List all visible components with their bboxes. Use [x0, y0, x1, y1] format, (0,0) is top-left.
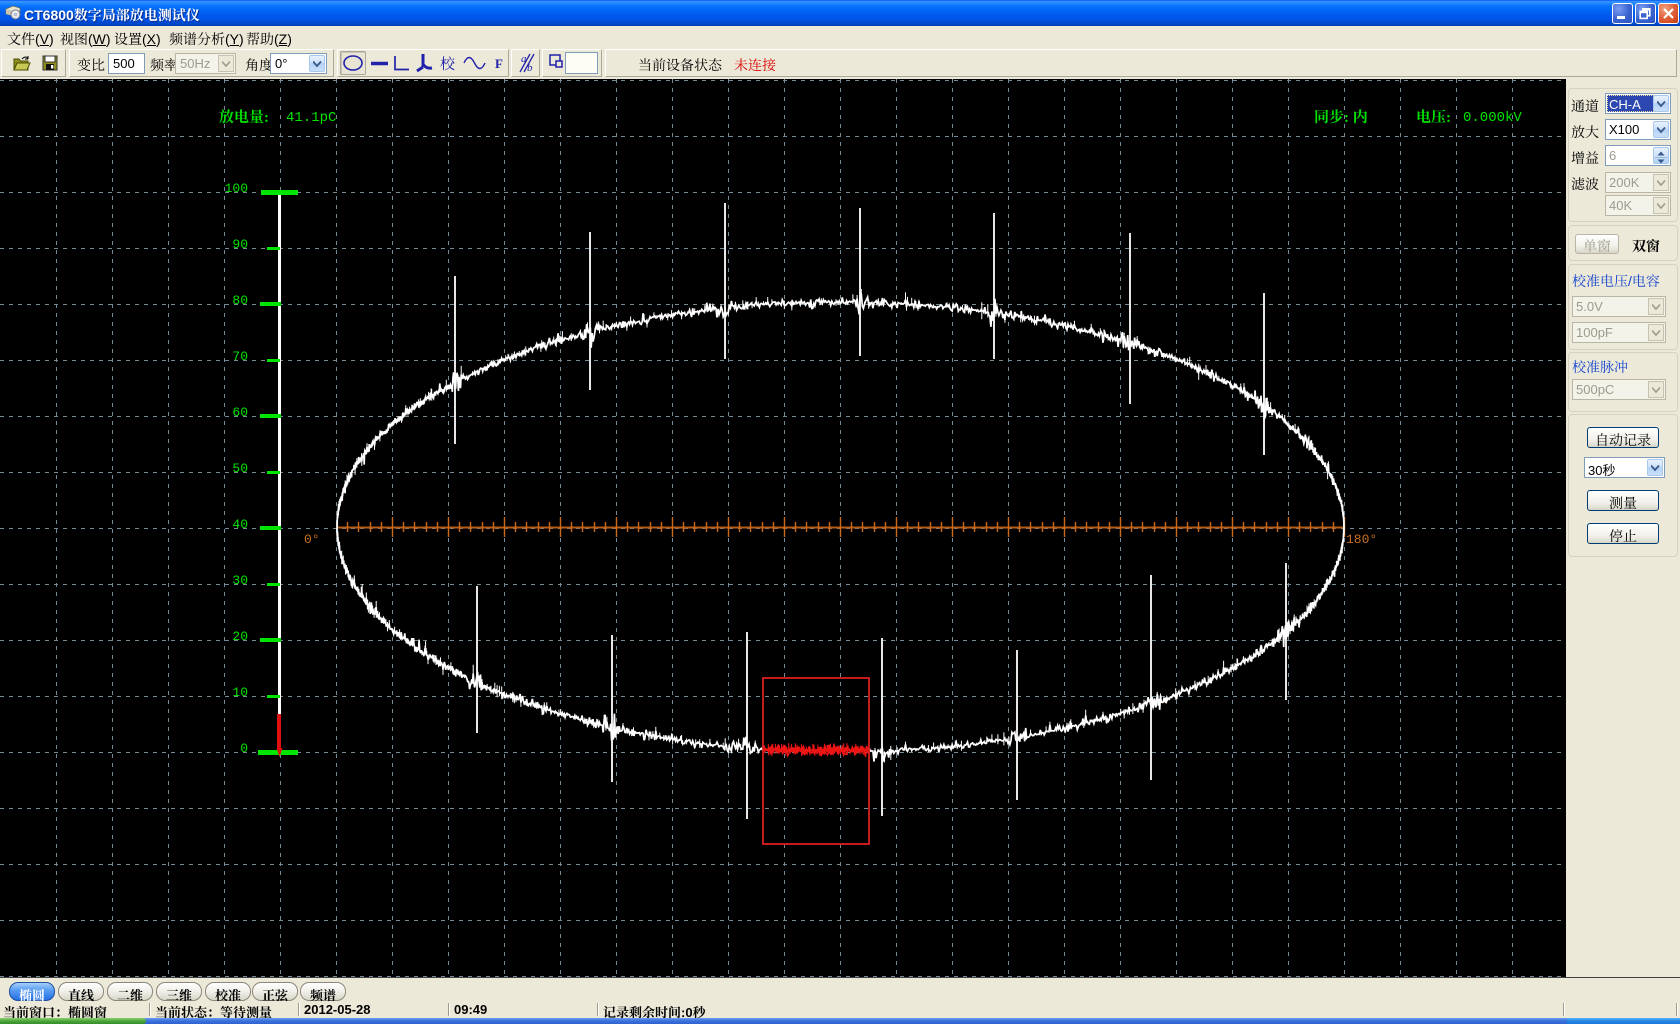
svg-text:41.1pC: 41.1pC — [286, 110, 336, 126]
svg-text:180°: 180° — [1346, 532, 1377, 547]
svg-text:校: 校 — [440, 53, 455, 74]
svg-text:70: 70 — [232, 349, 248, 364]
svg-text:F: F — [495, 56, 503, 71]
svg-text:0.000kV: 0.000kV — [1463, 110, 1522, 126]
svg-text:30: 30 — [232, 573, 248, 588]
svg-text:90: 90 — [232, 237, 248, 252]
svg-text:放电量:: 放电量: — [219, 106, 269, 127]
svg-text:80: 80 — [232, 293, 248, 308]
svg-text:同步: 内: 同步: 内 — [1314, 106, 1368, 127]
svg-text:40: 40 — [232, 517, 248, 532]
svg-text:0°: 0° — [304, 532, 320, 547]
svg-text:10: 10 — [232, 685, 248, 700]
svg-text:0: 0 — [240, 741, 248, 756]
svg-text:50: 50 — [232, 461, 248, 476]
svg-text:20: 20 — [232, 629, 248, 644]
svg-text:电压:: 电压: — [1416, 106, 1451, 127]
svg-text:60: 60 — [232, 405, 248, 420]
svg-text:100: 100 — [225, 181, 248, 196]
